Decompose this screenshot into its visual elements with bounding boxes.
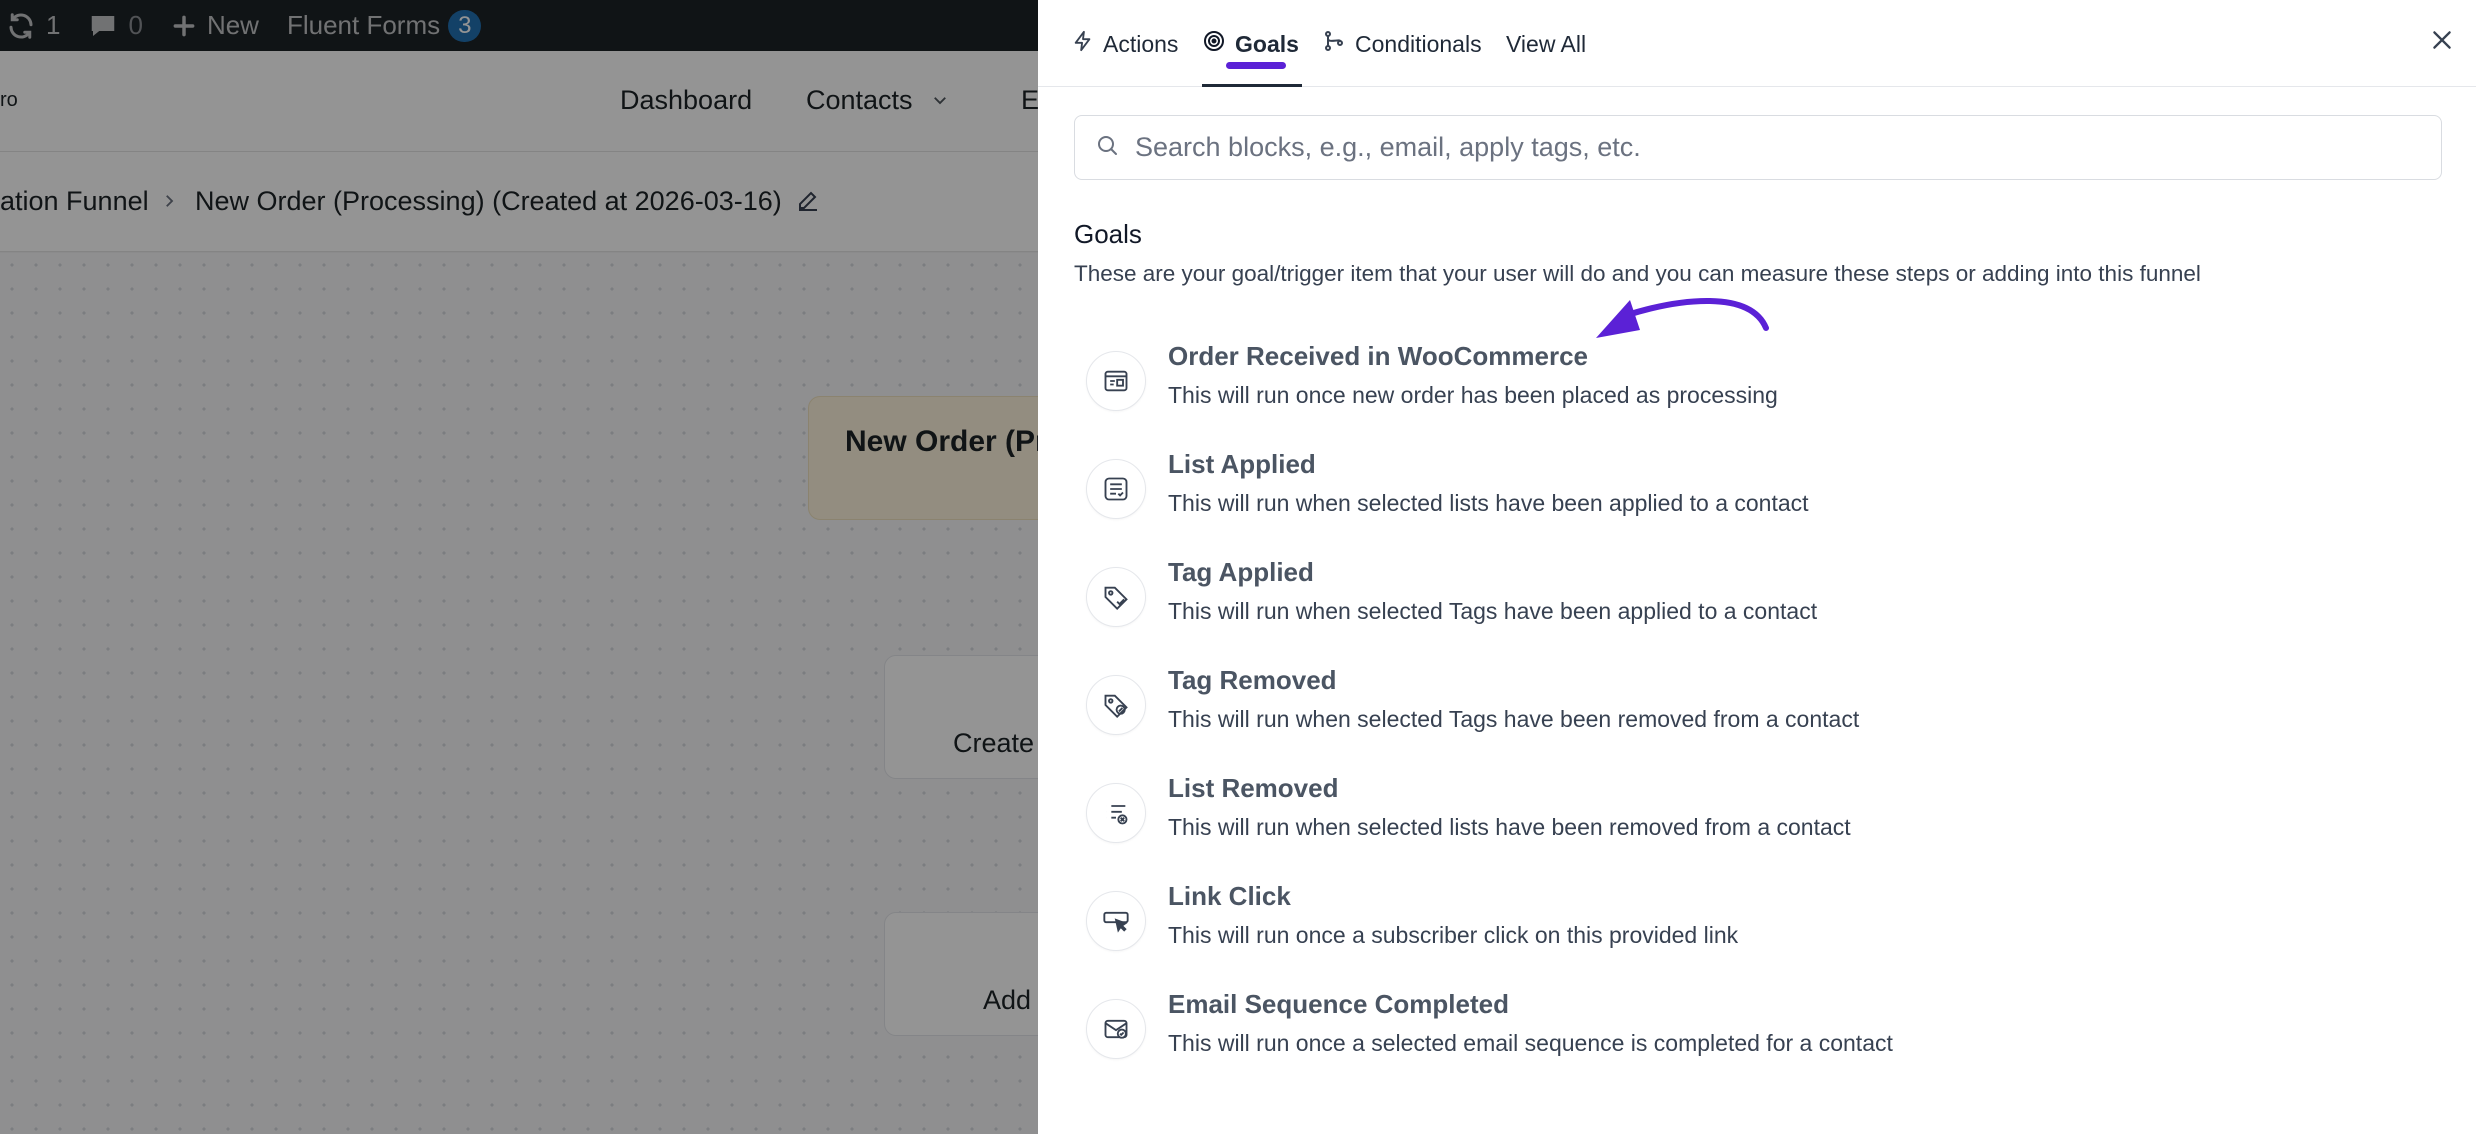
annotation-arrow	[1596, 298, 1769, 338]
goal-item-tag-applied[interactable]: Tag Applied This will run when selected …	[1086, 553, 2386, 649]
goal-title: List Removed	[1168, 773, 1339, 803]
branch-icon	[1322, 29, 1355, 59]
goal-description: This will run once a subscriber click on…	[1168, 922, 1739, 948]
goal-item-list-applied[interactable]: List Applied This will run when selected…	[1086, 445, 2386, 541]
section-title: Goals	[1074, 219, 1142, 249]
close-button[interactable]	[2422, 22, 2462, 62]
tab-view-all-label: View All	[1506, 30, 1587, 57]
tab-actions[interactable]: Actions	[1072, 24, 1178, 64]
email-sequence-icon	[1086, 999, 1146, 1059]
target-icon	[1202, 29, 1235, 59]
section-description: These are your goal/trigger item that yo…	[1074, 261, 2201, 286]
search-icon	[1095, 133, 1119, 162]
goal-title: List Applied	[1168, 449, 1316, 479]
goal-description: This will run when selected Tags have be…	[1168, 598, 1818, 624]
annotation-underline	[1226, 62, 1286, 69]
block-search[interactable]	[1074, 115, 2442, 180]
drawer-tabs: Actions Goals Conditionals View All	[1038, 0, 2476, 87]
goal-title: Email Sequence Completed	[1168, 989, 1509, 1019]
goal-title: Tag Removed	[1168, 665, 1337, 695]
link-click-icon	[1086, 891, 1146, 951]
goal-description: This will run when selected lists have b…	[1168, 814, 1851, 840]
active-tab-indicator	[1202, 84, 1302, 87]
blocks-drawer: Actions Goals Conditionals View All Sear…	[1038, 0, 2476, 1134]
goal-item-list-removed[interactable]: List Removed This will run when selected…	[1086, 769, 2386, 865]
tab-goals[interactable]: Goals	[1202, 24, 1299, 64]
goal-title: Order Received in WooCommerce	[1168, 341, 1588, 371]
close-icon	[2429, 27, 2455, 58]
tab-actions-label: Actions	[1103, 30, 1179, 57]
list-removed-icon	[1086, 783, 1146, 843]
goal-item-email-sequence-completed[interactable]: Email Sequence Completed This will run o…	[1086, 985, 2386, 1081]
tab-conditionals-label: Conditionals	[1355, 30, 1482, 57]
tab-conditionals[interactable]: Conditionals	[1322, 24, 1482, 64]
lightning-icon	[1072, 28, 1103, 60]
goal-item-tag-removed[interactable]: Tag Removed This will run when selected …	[1086, 661, 2386, 757]
goal-title: Tag Applied	[1168, 557, 1314, 587]
list-applied-icon	[1086, 459, 1146, 519]
goal-item-link-click[interactable]: Link Click This will run once a subscrib…	[1086, 877, 2386, 973]
tab-view-all[interactable]: View All	[1506, 24, 1586, 64]
goal-description: This will run once a selected email sequ…	[1168, 1030, 1893, 1056]
goal-description: This will run once new order has been pl…	[1168, 382, 1778, 408]
goal-title: Link Click	[1168, 881, 1291, 911]
tag-removed-icon	[1086, 675, 1146, 735]
modal-overlay[interactable]	[0, 0, 1040, 1134]
tag-applied-icon	[1086, 567, 1146, 627]
goal-description: This will run when selected Tags have be…	[1168, 706, 1860, 732]
woocommerce-order-icon	[1086, 351, 1146, 411]
tab-goals-label: Goals	[1235, 30, 1299, 57]
goal-description: This will run when selected lists have b…	[1168, 490, 1809, 516]
search-input[interactable]	[1135, 132, 2415, 163]
